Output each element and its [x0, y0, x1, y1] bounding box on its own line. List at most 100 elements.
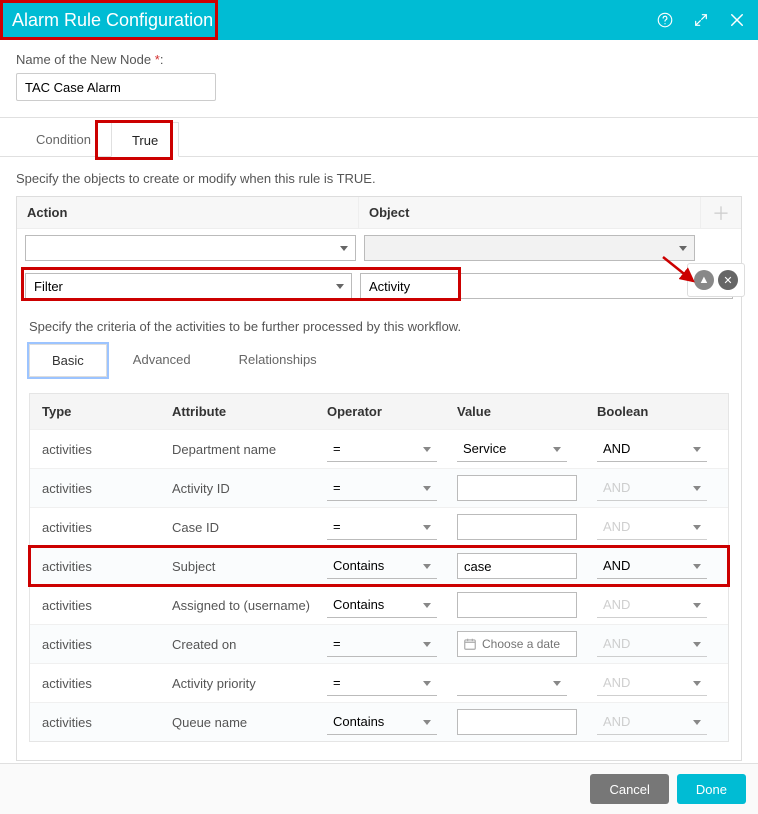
cell-attribute: Queue name: [172, 715, 327, 730]
node-name-label: Name of the New Node *:: [16, 52, 742, 67]
subtab-basic[interactable]: Basic: [29, 344, 107, 377]
subtab-relationships[interactable]: Relationships: [217, 344, 339, 377]
value-select[interactable]: [457, 670, 567, 696]
boolean-select: AND: [597, 709, 707, 735]
criteria-text: Specify the criteria of the activities t…: [29, 319, 729, 334]
calendar-icon: [463, 637, 477, 651]
operator-select[interactable]: =: [327, 514, 437, 540]
operator-select[interactable]: Contains: [327, 709, 437, 735]
boolean-select[interactable]: AND: [597, 553, 707, 579]
operator-select[interactable]: Contains: [327, 592, 437, 618]
cell-type: activities: [42, 559, 172, 574]
cell-value: Service: [457, 436, 597, 462]
cell-operator: =: [327, 436, 457, 462]
tab-condition[interactable]: Condition: [16, 122, 111, 156]
cell-value: [457, 475, 597, 501]
boolean-select: AND: [597, 514, 707, 540]
operator-select[interactable]: =: [327, 670, 437, 696]
table-row: activitiesCase ID= AND: [30, 507, 728, 546]
cell-boolean: AND: [597, 475, 716, 501]
dialog-title: Alarm Rule Configuration: [12, 10, 213, 31]
value-input[interactable]: [457, 475, 577, 501]
operator-select[interactable]: =: [327, 436, 437, 462]
cell-attribute: Department name: [172, 442, 327, 457]
cell-operator: =: [327, 475, 457, 501]
boolean-select: AND: [597, 631, 707, 657]
value-input[interactable]: [457, 553, 577, 579]
table-row: activitiesDepartment name= Service AND: [30, 429, 728, 468]
close-icon[interactable]: [728, 11, 746, 29]
cancel-button[interactable]: Cancel: [590, 774, 668, 804]
cell-type: activities: [42, 637, 172, 652]
cell-attribute: Assigned to (username): [172, 598, 327, 613]
cell-value: [457, 709, 597, 735]
cell-type: activities: [42, 481, 172, 496]
action-header: Action: [17, 197, 359, 228]
col-operator: Operator: [327, 404, 457, 419]
cell-operator: Contains: [327, 553, 457, 579]
remove-row-button[interactable]: ✕: [718, 270, 738, 290]
cell-boolean: AND: [597, 592, 716, 618]
cell-operator: =: [327, 670, 457, 696]
cell-boolean: AND: [597, 670, 716, 696]
col-type: Type: [42, 404, 172, 419]
cell-attribute: Case ID: [172, 520, 327, 535]
boolean-select: AND: [597, 475, 707, 501]
action-select-filter[interactable]: Filter: [25, 273, 352, 299]
criteria-table-head: Type Attribute Operator Value Boolean: [30, 394, 728, 429]
operator-select[interactable]: Contains: [327, 553, 437, 579]
ao-header: Action Object ＋: [17, 197, 741, 229]
col-attribute: Attribute: [172, 404, 327, 419]
boolean-select: AND: [597, 670, 707, 696]
header-actions: [656, 11, 746, 29]
dialog-header: Alarm Rule Configuration: [0, 0, 758, 40]
cell-type: activities: [42, 598, 172, 613]
value-input[interactable]: [457, 592, 577, 618]
boolean-select[interactable]: AND: [597, 436, 707, 462]
node-name-input[interactable]: [16, 73, 216, 101]
table-row: activitiesActivity ID=AND: [30, 468, 728, 507]
cell-type: activities: [42, 442, 172, 457]
cell-attribute: Subject: [172, 559, 327, 574]
cell-operator: =: [327, 631, 457, 657]
object-select-blank[interactable]: [364, 235, 695, 261]
move-up-button[interactable]: ▲: [694, 270, 714, 290]
cell-type: activities: [42, 520, 172, 535]
table-row: activitiesCreated on=AND: [30, 624, 728, 663]
add-rule-button[interactable]: ＋: [701, 197, 741, 228]
plus-icon: ＋: [712, 200, 730, 226]
operator-select[interactable]: =: [327, 631, 437, 657]
tab-true[interactable]: True: [111, 122, 179, 157]
value-input[interactable]: [457, 514, 577, 540]
table-row: activitiesQueue nameContains AND: [30, 702, 728, 741]
cell-type: activities: [42, 715, 172, 730]
object-header: Object: [359, 197, 701, 228]
action-object-block: Action Object ＋ Filter Activity ▲ ✕ Spec…: [16, 196, 742, 761]
table-row: activitiesAssigned to (username)Contains…: [30, 585, 728, 624]
done-button[interactable]: Done: [677, 774, 746, 804]
col-boolean: Boolean: [597, 404, 716, 419]
boolean-select: AND: [597, 592, 707, 618]
node-name-label-text: Name of the New Node: [16, 52, 151, 67]
cell-boolean: AND: [597, 514, 716, 540]
cell-value: [457, 514, 597, 540]
object-select-activity[interactable]: Activity: [360, 273, 733, 299]
help-icon[interactable]: [656, 11, 674, 29]
subtab-advanced[interactable]: Advanced: [111, 344, 213, 377]
table-row: activitiesActivity priority=AND: [30, 663, 728, 702]
required-asterisk: *: [155, 52, 160, 67]
tabs: Condition True: [0, 118, 758, 157]
ao-row-filter: Filter Activity ▲ ✕: [17, 267, 741, 305]
cell-boolean: AND: [597, 553, 716, 579]
cell-boolean: AND: [597, 631, 716, 657]
row-side-buttons: ▲ ✕: [687, 263, 745, 297]
value-select[interactable]: Service: [457, 436, 567, 462]
cell-attribute: Activity priority: [172, 676, 327, 691]
value-input[interactable]: [457, 709, 577, 735]
action-select-blank[interactable]: [25, 235, 356, 261]
cell-operator: =: [327, 514, 457, 540]
expand-icon[interactable]: [692, 11, 710, 29]
criteria-table: Type Attribute Operator Value Boolean ac…: [29, 393, 729, 742]
cell-value: [457, 670, 597, 696]
operator-select[interactable]: =: [327, 475, 437, 501]
